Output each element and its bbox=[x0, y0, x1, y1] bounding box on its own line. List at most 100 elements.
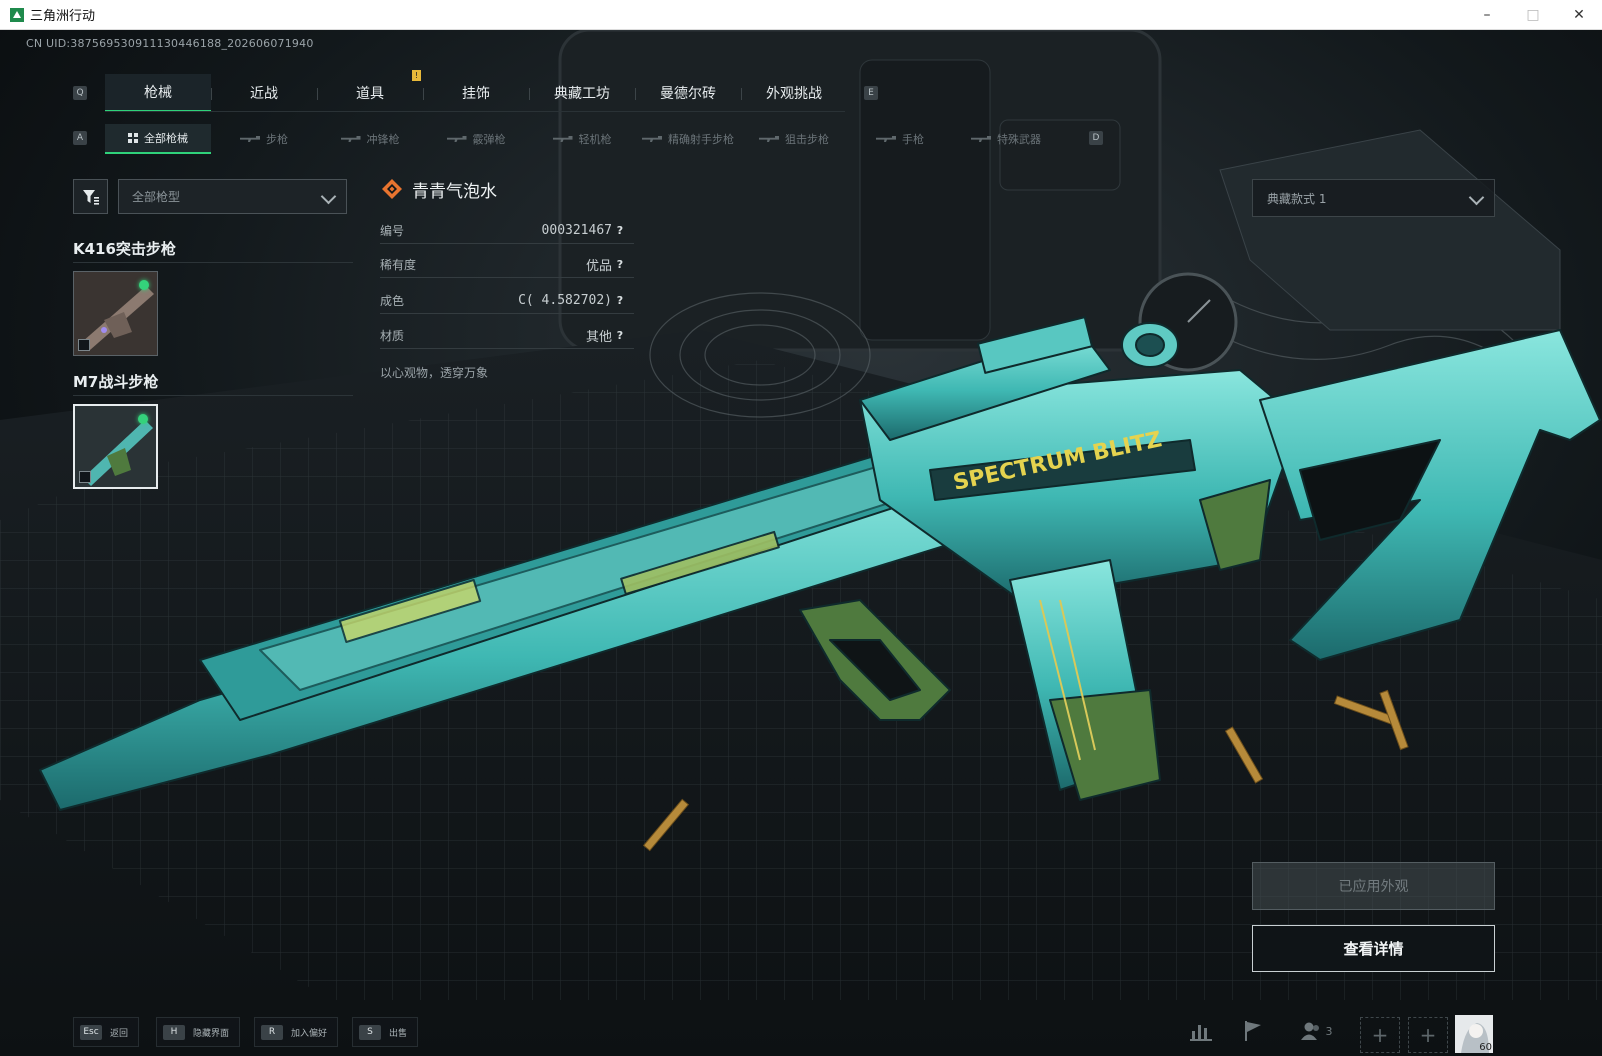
chevron-down-icon bbox=[1468, 189, 1485, 206]
tab-firearms[interactable]: 枪械 bbox=[105, 74, 211, 112]
subtab-smg[interactable]: 冲锋枪 bbox=[317, 124, 423, 154]
help-icon[interactable]: ? bbox=[612, 327, 628, 343]
owned-indicator bbox=[138, 414, 148, 424]
pistol-icon bbox=[876, 136, 896, 142]
key-r: R bbox=[261, 1024, 283, 1040]
friends-button[interactable]: 3 bbox=[1296, 1013, 1336, 1049]
tab-charms[interactable]: 挂饰 bbox=[423, 74, 529, 112]
new-badge: ! bbox=[412, 70, 421, 81]
player-avatar[interactable]: 60 bbox=[1455, 1015, 1493, 1053]
app-logo-icon bbox=[10, 7, 24, 22]
friends-count: 3 bbox=[1325, 1024, 1333, 1038]
shotgun-icon bbox=[446, 136, 467, 142]
uid-text: CN UID:387569530911130446188_20260607194… bbox=[26, 37, 314, 50]
grid-icon bbox=[128, 133, 138, 143]
weapon-type-dropdown[interactable]: 全部枪型 bbox=[118, 179, 347, 214]
subtab-label: 特殊武器 bbox=[997, 133, 1041, 146]
tab-collection-workshop[interactable]: 典藏工坊 bbox=[529, 74, 635, 112]
subtab-pistol[interactable]: 手枪 bbox=[847, 124, 953, 154]
dmr-icon bbox=[642, 136, 662, 142]
subtab-shotgun[interactable]: 霰弹枪 bbox=[423, 124, 529, 154]
stat-row-wear: 成色 C( 4.582702) ? bbox=[380, 287, 634, 314]
stat-value: 其他 bbox=[585, 329, 612, 345]
window-titlebar: 三角洲行动 – □ ✕ bbox=[0, 0, 1602, 30]
tab-appearance-challenge[interactable]: 外观挑战 bbox=[741, 74, 847, 112]
window-controls: – □ ✕ bbox=[1464, 0, 1602, 30]
key-s: S bbox=[359, 1024, 381, 1040]
hide-ui-hint[interactable]: H 隐藏界面 bbox=[156, 1017, 241, 1047]
view-details-button[interactable]: 查看详情 bbox=[1252, 925, 1495, 972]
subtab-label: 霰弹枪 bbox=[472, 133, 506, 146]
stat-label: 编号 bbox=[380, 223, 405, 238]
special-icon bbox=[971, 136, 991, 142]
weapon-skin-thumbnail-m7[interactable] bbox=[73, 404, 158, 489]
minimize-button[interactable]: – bbox=[1464, 0, 1510, 30]
subtab-all-firearms[interactable]: 全部枪械 bbox=[105, 124, 211, 154]
stats-icon[interactable] bbox=[1186, 1013, 1216, 1049]
sell-hint[interactable]: S 出售 bbox=[352, 1017, 419, 1047]
weapon-group-title-k416: K416突击步枪 bbox=[73, 240, 176, 258]
maximize-button[interactable]: □ bbox=[1510, 0, 1556, 30]
skin-name: 青青气泡水 bbox=[412, 182, 497, 202]
skin-description: 以心观物，透穿万象 bbox=[380, 366, 489, 380]
stat-label: 材质 bbox=[380, 328, 405, 343]
hint-label: 出售 bbox=[389, 1028, 408, 1039]
subtab-label: 手枪 bbox=[902, 133, 924, 146]
stat-row-material: 材质 其他 ? bbox=[380, 322, 634, 349]
subtab-label: 全部枪械 bbox=[144, 132, 188, 145]
team-slot-1[interactable]: + bbox=[1360, 1017, 1400, 1053]
stat-value: 000321467 bbox=[541, 222, 612, 238]
help-icon[interactable]: ? bbox=[612, 256, 628, 272]
team-slot-2[interactable]: + bbox=[1408, 1017, 1448, 1053]
stat-label: 稀有度 bbox=[380, 257, 417, 272]
rarity-diamond-icon bbox=[382, 179, 402, 199]
help-icon[interactable]: ? bbox=[612, 222, 628, 238]
tab-prev-key[interactable]: Q bbox=[73, 86, 87, 100]
subtab-label: 轻机枪 bbox=[578, 133, 612, 146]
stat-value: 优品 bbox=[585, 258, 612, 274]
applied-appearance-button[interactable]: 已应用外观 bbox=[1252, 862, 1495, 910]
key-esc: Esc bbox=[80, 1024, 102, 1040]
subtab-prev-key[interactable]: A bbox=[73, 131, 87, 145]
subtab-dmr[interactable]: 精确射手步枪 bbox=[635, 124, 741, 154]
player-level: 60 bbox=[1479, 1042, 1492, 1053]
window-title: 三角洲行动 bbox=[30, 9, 96, 24]
flag-icon[interactable] bbox=[1238, 1013, 1268, 1049]
rifle-icon bbox=[240, 136, 260, 142]
hint-label: 返回 bbox=[110, 1028, 129, 1039]
tabs-divider bbox=[105, 111, 845, 112]
hint-label: 加入偏好 bbox=[291, 1028, 328, 1039]
hint-label: 隐藏界面 bbox=[193, 1028, 230, 1039]
collection-badge-icon bbox=[78, 339, 90, 351]
subtab-next-key[interactable]: D bbox=[1089, 131, 1103, 145]
stat-label: 成色 bbox=[380, 293, 405, 308]
tab-next-key[interactable]: E bbox=[864, 86, 878, 100]
subtab-rifle[interactable]: 步枪 bbox=[211, 124, 317, 154]
group-divider bbox=[73, 395, 353, 396]
group-divider bbox=[73, 262, 353, 263]
collection-style-dropdown[interactable]: 典藏款式 1 bbox=[1252, 179, 1495, 217]
stat-row-rarity: 稀有度 优品 ? bbox=[380, 251, 634, 278]
category-tabs: 枪械 近战 道具 挂饰 典藏工坊 曼德尔砖 外观挑战 bbox=[105, 74, 847, 112]
friends-icon bbox=[1300, 1022, 1319, 1040]
close-button[interactable]: ✕ bbox=[1556, 0, 1602, 30]
key-h: H bbox=[163, 1024, 185, 1040]
weapon-skin-thumbnail-k416[interactable] bbox=[73, 271, 158, 356]
collection-badge-icon bbox=[79, 471, 91, 483]
subtab-label: 狙击步枪 bbox=[785, 133, 829, 146]
sniper-icon bbox=[759, 136, 779, 142]
tab-items[interactable]: 道具 bbox=[317, 74, 423, 112]
subtab-special[interactable]: 特殊武器 bbox=[953, 124, 1059, 154]
tab-mandel-brick[interactable]: 曼德尔砖 bbox=[635, 74, 741, 112]
subtab-sniper[interactable]: 狙击步枪 bbox=[741, 124, 847, 154]
back-hint[interactable]: Esc 返回 bbox=[73, 1017, 140, 1047]
tab-melee[interactable]: 近战 bbox=[211, 74, 317, 112]
chevron-down-icon bbox=[320, 188, 337, 205]
subtab-lmg[interactable]: 轻机枪 bbox=[529, 124, 635, 154]
subtab-label: 精确射手步枪 bbox=[668, 133, 734, 146]
filter-icon bbox=[82, 189, 99, 205]
help-icon[interactable]: ? bbox=[612, 292, 628, 308]
add-favorite-hint[interactable]: R 加入偏好 bbox=[254, 1017, 339, 1047]
stat-row-serial: 编号 000321467 ? bbox=[380, 217, 634, 244]
filter-button[interactable] bbox=[73, 179, 108, 214]
